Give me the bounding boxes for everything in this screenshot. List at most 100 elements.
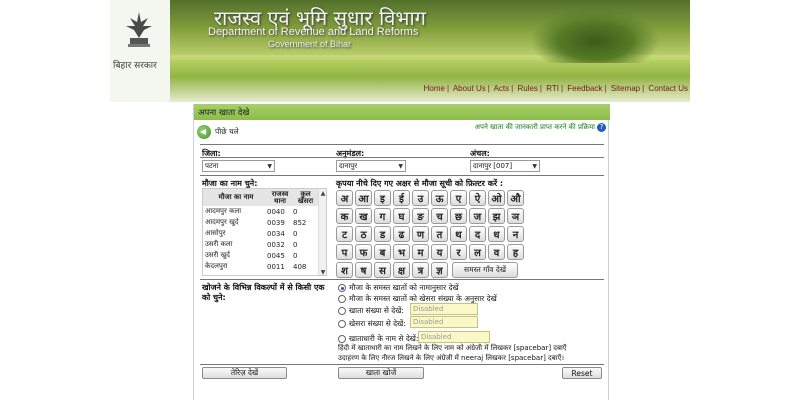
option-by-owner-name[interactable]: खाताधारी के नाम से देखें: xyxy=(338,334,418,344)
letter-key[interactable]: द xyxy=(469,226,486,242)
letter-key[interactable]: ल xyxy=(469,244,486,260)
table-row[interactable]: आसोपुर 0034 0 xyxy=(203,228,326,239)
letter-key[interactable]: ड xyxy=(374,226,391,242)
mouza-list[interactable]: मौजा का नाम राजस्व थाना कुल खेसरा आदमपुर… xyxy=(202,188,327,276)
district-select[interactable]: पटना ▼ xyxy=(202,160,275,172)
letter-key[interactable]: ञ xyxy=(507,208,524,224)
back-arrow-icon xyxy=(197,125,211,139)
letter-key[interactable]: ण xyxy=(412,226,429,242)
option-by-name[interactable]: मौजा के समस्त खातों को नामानुसार देखें xyxy=(338,283,459,293)
letter-key[interactable]: फ xyxy=(355,244,372,260)
cell-mouza-name: आसोपुर xyxy=(205,229,226,237)
letter-key[interactable]: ध xyxy=(488,226,505,242)
letter-key[interactable]: र xyxy=(450,244,467,260)
divider xyxy=(200,364,604,365)
letter-key[interactable]: भ xyxy=(393,244,410,260)
option-by-khesra-number[interactable]: खेसरा संख्या से देखें: xyxy=(338,319,406,329)
search-khata-button[interactable]: खाता खोजें xyxy=(338,367,424,379)
letter-key[interactable]: प xyxy=(336,244,353,260)
cell-total-khesra: 852 xyxy=(293,218,307,227)
nav-separator: | xyxy=(446,84,450,93)
circle-select[interactable]: दानापुर [007] ▼ xyxy=(470,160,540,172)
letter-key[interactable]: ङ xyxy=(412,208,429,224)
letter-key[interactable]: ज xyxy=(469,208,486,224)
letter-key[interactable]: उ xyxy=(412,190,429,206)
view-register-button[interactable]: तेरिज़ देखें xyxy=(202,367,287,379)
letter-key[interactable]: य xyxy=(431,244,448,260)
letter-key[interactable]: ग xyxy=(374,208,391,224)
col-revenue-thana: राजस्व थाना xyxy=(271,189,289,205)
letter-key[interactable]: थ xyxy=(450,226,467,242)
letter-key[interactable]: त xyxy=(431,226,448,242)
table-row[interactable]: आदमपुर कला 0040 0 xyxy=(203,206,326,217)
letter-key[interactable]: औ xyxy=(507,190,524,206)
all-villages-button[interactable]: समस्त गाँव देखें xyxy=(452,262,518,278)
radio[interactable] xyxy=(338,307,346,315)
mouza-scrollbar[interactable]: ▲ ▼ xyxy=(318,189,326,275)
subdivision-select[interactable]: दानापुर ▼ xyxy=(336,160,406,172)
letter-key[interactable]: ढ xyxy=(393,226,410,242)
letter-key[interactable]: छ xyxy=(450,208,467,224)
cell-mouza-name: उसरी कला xyxy=(205,240,233,248)
letter-key[interactable]: म xyxy=(412,244,429,260)
letter-key[interactable]: स xyxy=(374,262,391,278)
letter-key[interactable]: घ xyxy=(393,208,410,224)
letter-key[interactable]: क xyxy=(336,208,353,224)
cell-mouza-name: आदमपुर कला xyxy=(205,207,242,215)
letter-key[interactable]: आ xyxy=(355,190,372,206)
table-row[interactable]: आदमपुर खुर्द 0039 852 xyxy=(203,217,326,228)
divider xyxy=(200,279,604,280)
radio-selected[interactable] xyxy=(338,284,346,292)
option-by-khata-number[interactable]: खाता संख्या से देखें: xyxy=(338,306,404,316)
nav-separator: | xyxy=(511,84,514,93)
back-button[interactable]: पीछे चले xyxy=(197,125,239,139)
nav-sitemap[interactable]: Sitemap xyxy=(611,84,640,93)
letter-key[interactable]: अ xyxy=(336,190,353,206)
letter-key[interactable]: ष xyxy=(355,262,372,278)
nav-separator: | xyxy=(604,84,607,93)
letter-key[interactable]: ट xyxy=(336,226,353,242)
nav-rti[interactable]: RTI xyxy=(546,84,559,93)
option-label: मौजा के समस्त खातों को नामानुसार देखें xyxy=(349,283,459,292)
letter-key[interactable]: ख xyxy=(355,208,372,224)
nav-rules[interactable]: Rules xyxy=(517,84,537,93)
letter-key[interactable]: ठ xyxy=(355,226,372,242)
letter-key[interactable]: न xyxy=(507,226,524,242)
chevron-down-icon: ▼ xyxy=(267,162,272,170)
radio[interactable] xyxy=(338,335,346,343)
letter-key[interactable]: च xyxy=(431,208,448,224)
letter-key[interactable]: श xyxy=(336,262,353,278)
help-link[interactable]: अपने खाता की जानकारी प्राप्त करने की प्र… xyxy=(475,123,606,132)
letter-key[interactable]: ब xyxy=(374,244,391,260)
chevron-down-icon: ▼ xyxy=(532,162,537,170)
letter-key[interactable]: ऊ xyxy=(431,190,448,206)
nav-home[interactable]: Home xyxy=(424,84,445,93)
radio[interactable] xyxy=(338,295,346,303)
letter-key[interactable]: त्र xyxy=(412,262,429,278)
title-government: Government of Bihar xyxy=(268,39,352,49)
scroll-down-icon[interactable]: ▼ xyxy=(320,269,326,275)
letter-key[interactable]: ज्ञ xyxy=(431,262,448,278)
nav-contact[interactable]: Contact Us xyxy=(648,84,688,93)
table-row[interactable]: उसरी खुर्द 0045 0 xyxy=(203,250,326,261)
letter-key[interactable]: क्ष xyxy=(393,262,410,278)
letter-key[interactable]: व xyxy=(488,244,505,260)
letter-key[interactable]: ई xyxy=(393,190,410,206)
letter-key[interactable]: ए xyxy=(450,190,467,206)
nav-separator: | xyxy=(487,84,490,93)
letter-key[interactable]: ऐ xyxy=(469,190,486,206)
letter-key[interactable]: ह xyxy=(507,244,524,260)
nav-acts[interactable]: Acts xyxy=(494,84,510,93)
table-row[interactable]: उसरी कला 0032 0 xyxy=(203,239,326,250)
table-row[interactable]: केदलपुरा 0011 408 xyxy=(203,261,326,272)
reset-button[interactable]: Reset xyxy=(562,367,602,379)
letter-key[interactable]: ओ xyxy=(488,190,505,206)
district-value: पटना xyxy=(205,161,219,170)
logo-text: बिहार सरकार xyxy=(113,61,157,71)
letter-key[interactable]: झ xyxy=(488,208,505,224)
nav-about[interactable]: About Us xyxy=(453,84,486,93)
nav-feedback[interactable]: Feedback xyxy=(567,84,602,93)
letter-key[interactable]: इ xyxy=(374,190,391,206)
scroll-up-icon[interactable]: ▲ xyxy=(320,190,326,197)
radio[interactable] xyxy=(338,320,346,328)
